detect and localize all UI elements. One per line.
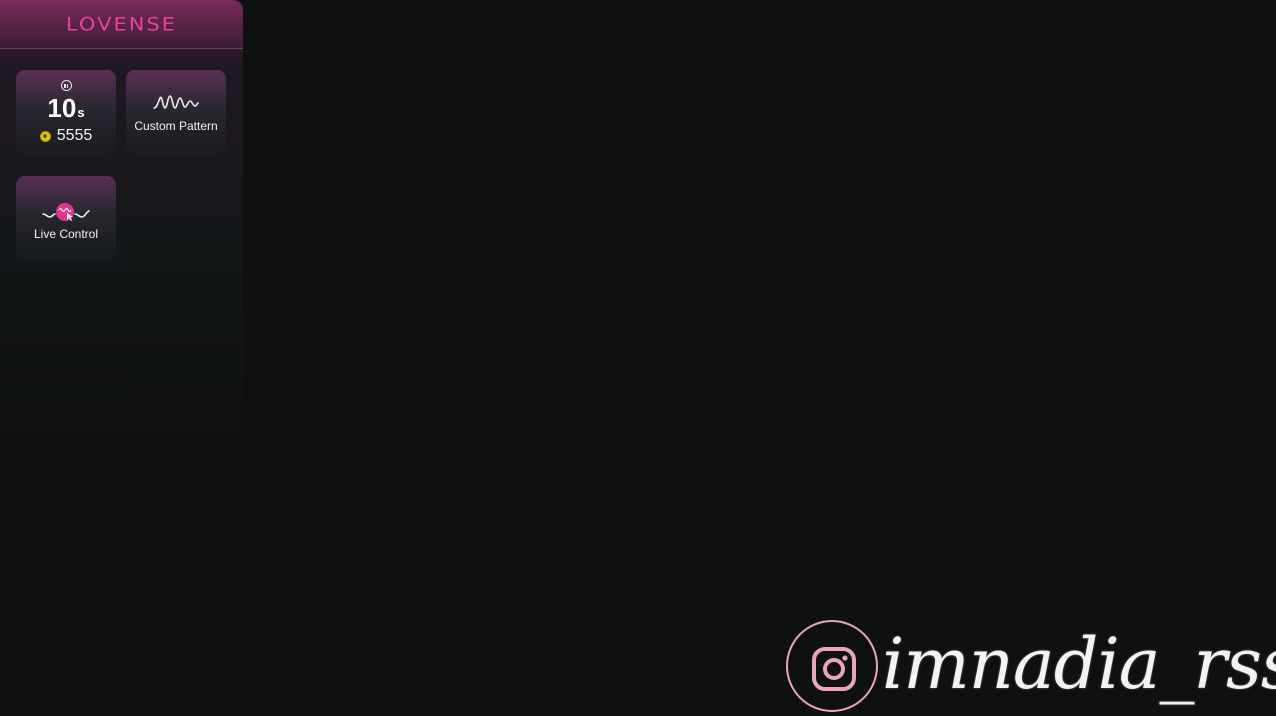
stream-overlay: LOVENSE 10 s 5555 Custom Pattern Live Co…	[0, 0, 1276, 716]
timer-value: 10	[47, 93, 77, 123]
instagram-icon	[812, 647, 856, 691]
lovense-logo: LOVENSE	[65, 13, 178, 35]
panel-header: LOVENSE	[0, 0, 243, 49]
live-control-label: Live Control	[33, 227, 99, 241]
token-row: 5555	[39, 127, 93, 145]
timer-tile[interactable]: 10 s 5555	[16, 70, 116, 156]
coin-icon	[39, 130, 51, 142]
live-control-tile[interactable]: Live Control	[16, 176, 116, 262]
pause-icon[interactable]	[60, 80, 72, 91]
custom-pattern-tile[interactable]: Custom Pattern	[126, 70, 226, 156]
timer-display: 10 s	[47, 95, 84, 121]
timer-unit: s	[77, 105, 85, 120]
wave-icon	[153, 95, 199, 109]
instagram-watermark: imnadia_rss	[786, 612, 1276, 716]
lovense-panel: LOVENSE 10 s 5555 Custom Pattern Live Co…	[0, 0, 243, 452]
token-count: 5555	[56, 127, 93, 144]
custom-pattern-label: Custom Pattern	[134, 119, 218, 133]
instagram-ring	[786, 620, 878, 712]
instagram-handle: imnadia_rss	[882, 623, 1276, 705]
live-control-icon	[42, 203, 90, 221]
